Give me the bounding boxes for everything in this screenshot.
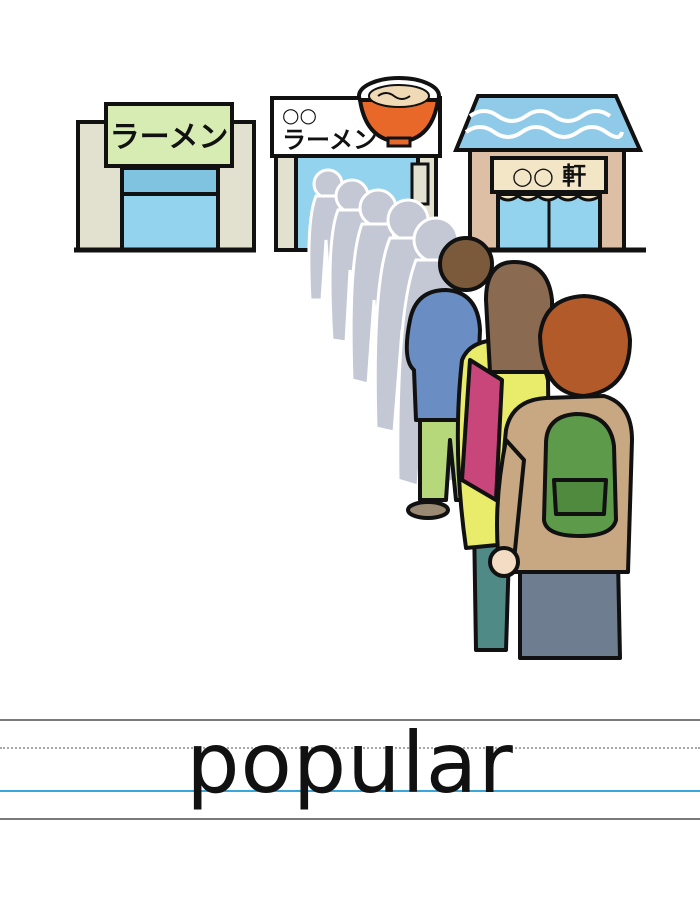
right-noodle-shop: ○○ 軒 (440, 94, 646, 253)
left-ramen-shop: ラーメン (74, 102, 256, 253)
flashcard: ラーメン ○○ ラーメン ○○ 軒 popular (0, 0, 700, 900)
bottom-guide-line (0, 818, 700, 820)
vocabulary-word: popular (186, 714, 514, 812)
illustration: ラーメン ○○ ラーメン ○○ 軒 (74, 76, 646, 660)
left-shop-sign-text: ラーメン (110, 120, 229, 155)
middle-shop-sign-line2: ラーメン (282, 126, 377, 154)
handwriting-lines: popular (0, 714, 700, 826)
right-shop-sign-text: ○○ 軒 (512, 162, 586, 190)
middle-shop-sign-line1: ○○ (282, 103, 317, 127)
